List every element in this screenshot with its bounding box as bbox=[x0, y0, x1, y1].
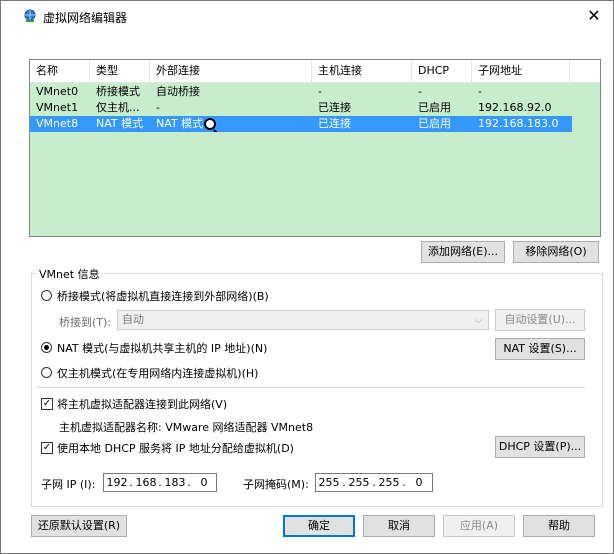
connect-adapter-checkbox[interactable]: ✓ bbox=[41, 398, 53, 410]
cell-dhcp: 已启用 bbox=[418, 117, 451, 130]
nat-mode-label[interactable]: NAT 模式(与虚拟机共享主机的 IP 地址)(N) bbox=[57, 340, 267, 356]
subnet-ip-octet-2[interactable]: 168 bbox=[133, 474, 159, 491]
cell-external: 自动桥接 bbox=[156, 85, 200, 98]
remove-network-button[interactable]: 移除网络(O) bbox=[513, 241, 599, 263]
network-globe-icon bbox=[24, 9, 36, 22]
network-list[interactable]: 名称 类型 外部连接 主机连接 DHCP 子网地址 VMnet0 桥接模式 自动… bbox=[29, 59, 601, 237]
cancel-button[interactable]: 取消 bbox=[363, 515, 435, 537]
apply-button[interactable]: 应用(A) bbox=[443, 515, 515, 537]
cell-name: VMnet1 bbox=[36, 101, 79, 114]
subnet-ip-input[interactable]: 192 . 168 . 183 . 0 bbox=[103, 473, 217, 492]
bridge-mode-radio[interactable] bbox=[41, 290, 52, 301]
cell-type: NAT 模式 bbox=[96, 117, 144, 130]
vmnet-info-label: VMnet 信息 bbox=[37, 266, 102, 282]
window-title: 虚拟网络编辑器 bbox=[43, 11, 128, 25]
divider bbox=[37, 387, 585, 388]
cell-dhcp: - bbox=[418, 85, 422, 98]
cell-type: 桥接模式 bbox=[96, 85, 140, 98]
nat-mode-radio[interactable] bbox=[41, 342, 52, 353]
subnet-mask-octet-3[interactable]: 255 bbox=[376, 474, 402, 491]
cell-external: NAT 模式 bbox=[150, 116, 312, 132]
close-button[interactable]: ✕ bbox=[583, 5, 605, 27]
cell-subnet: 192.168.92.0 bbox=[478, 101, 552, 114]
column-header-dhcp[interactable]: DHCP bbox=[412, 60, 472, 82]
subnet-ip-octet-1[interactable]: 192 bbox=[104, 474, 130, 491]
column-header-external[interactable]: 外部连接 bbox=[150, 60, 312, 82]
column-header-name[interactable]: 名称 bbox=[30, 60, 90, 82]
subnet-ip-octet-3[interactable]: 183 bbox=[162, 474, 188, 491]
dhcp-settings-button[interactable]: DHCP 设置(P)... bbox=[495, 436, 585, 458]
cell-dhcp: 已启用 bbox=[418, 101, 451, 114]
title-bar[interactable]: 虚拟网络编辑器 ✕ bbox=[1, 1, 613, 31]
nat-settings-button[interactable]: NAT 设置(S)... bbox=[495, 338, 585, 360]
cell-name: VMnet8 bbox=[36, 117, 79, 130]
magnifier-cursor-icon bbox=[204, 118, 217, 130]
host-only-mode-radio[interactable] bbox=[41, 367, 52, 378]
restore-defaults-button[interactable]: 还原默认设置(R) bbox=[31, 515, 127, 537]
column-header-host[interactable]: 主机连接 bbox=[312, 60, 412, 82]
cell-subnet: 192.168.183.0 bbox=[478, 117, 559, 130]
network-row-vmnet0[interactable]: VMnet0 桥接模式 自动桥接 - - - bbox=[30, 84, 600, 100]
subnet-mask-input[interactable]: 255 . 255 . 255 . 0 bbox=[315, 473, 433, 492]
cell-subnet: - bbox=[478, 85, 482, 98]
subnet-mask-octet-4[interactable]: 0 bbox=[406, 474, 432, 491]
dhcp-checkbox[interactable]: ✓ bbox=[41, 442, 53, 454]
cell-host: 已连接 bbox=[318, 101, 351, 114]
dhcp-label[interactable]: 使用本地 DHCP 服务将 IP 地址分配给虚拟机(D) bbox=[57, 440, 294, 456]
virtual-network-editor-window: 虚拟网络编辑器 ✕ 名称 类型 外部连接 主机连接 DHCP 子网地址 VMne… bbox=[0, 0, 614, 554]
bridge-to-label: 桥接到(T): bbox=[59, 316, 112, 329]
network-row-vmnet8[interactable]: VMnet8 NAT 模式 NAT 模式 已连接 已启用 192.168.183… bbox=[30, 116, 572, 132]
cell-host: 已连接 bbox=[318, 117, 351, 130]
ok-button[interactable]: 确定 bbox=[283, 515, 355, 537]
bridge-to-value: 自动 bbox=[122, 313, 144, 326]
add-network-button[interactable]: 添加网络(E)... bbox=[421, 241, 505, 263]
host-only-mode-label[interactable]: 仅主机模式(在专用网络内连接虚拟机)(H) bbox=[57, 365, 258, 381]
cell-name: VMnet0 bbox=[36, 85, 79, 98]
cell-external: - bbox=[156, 101, 160, 114]
auto-settings-button[interactable]: 自动设置(U)... bbox=[495, 309, 585, 331]
cell-host: - bbox=[318, 85, 322, 98]
network-row-vmnet1[interactable]: VMnet1 仅主机... - 已连接 已启用 192.168.92.0 bbox=[30, 100, 600, 116]
subnet-ip-octet-4[interactable]: 0 bbox=[191, 474, 217, 491]
chevron-down-icon: ⌵ bbox=[474, 315, 482, 326]
subnet-mask-octet-1[interactable]: 255 bbox=[316, 474, 342, 491]
connect-adapter-label[interactable]: 将主机虚拟适配器连接到此网络(V) bbox=[57, 396, 227, 412]
subnet-mask-label: 子网掩码(M): bbox=[243, 478, 309, 491]
cell-type: 仅主机... bbox=[96, 101, 140, 114]
subnet-mask-octet-2[interactable]: 255 bbox=[346, 474, 372, 491]
help-button[interactable]: 帮助 bbox=[523, 515, 595, 537]
column-header-subnet[interactable]: 子网地址 bbox=[472, 60, 570, 82]
adapter-name-text: 主机虚拟适配器名称: VMware 网络适配器 VMnet8 bbox=[59, 421, 314, 434]
bridge-mode-label[interactable]: 桥接模式(将虚拟机直接连接到外部网络)(B) bbox=[57, 288, 269, 304]
network-list-header: 名称 类型 外部连接 主机连接 DHCP 子网地址 bbox=[30, 60, 600, 83]
column-header-type[interactable]: 类型 bbox=[90, 60, 150, 82]
subnet-ip-label: 子网 IP (I): bbox=[41, 478, 96, 491]
cell-external-text: NAT 模式 bbox=[156, 117, 204, 130]
bridge-to-select[interactable]: 自动 ⌵ bbox=[117, 310, 489, 330]
